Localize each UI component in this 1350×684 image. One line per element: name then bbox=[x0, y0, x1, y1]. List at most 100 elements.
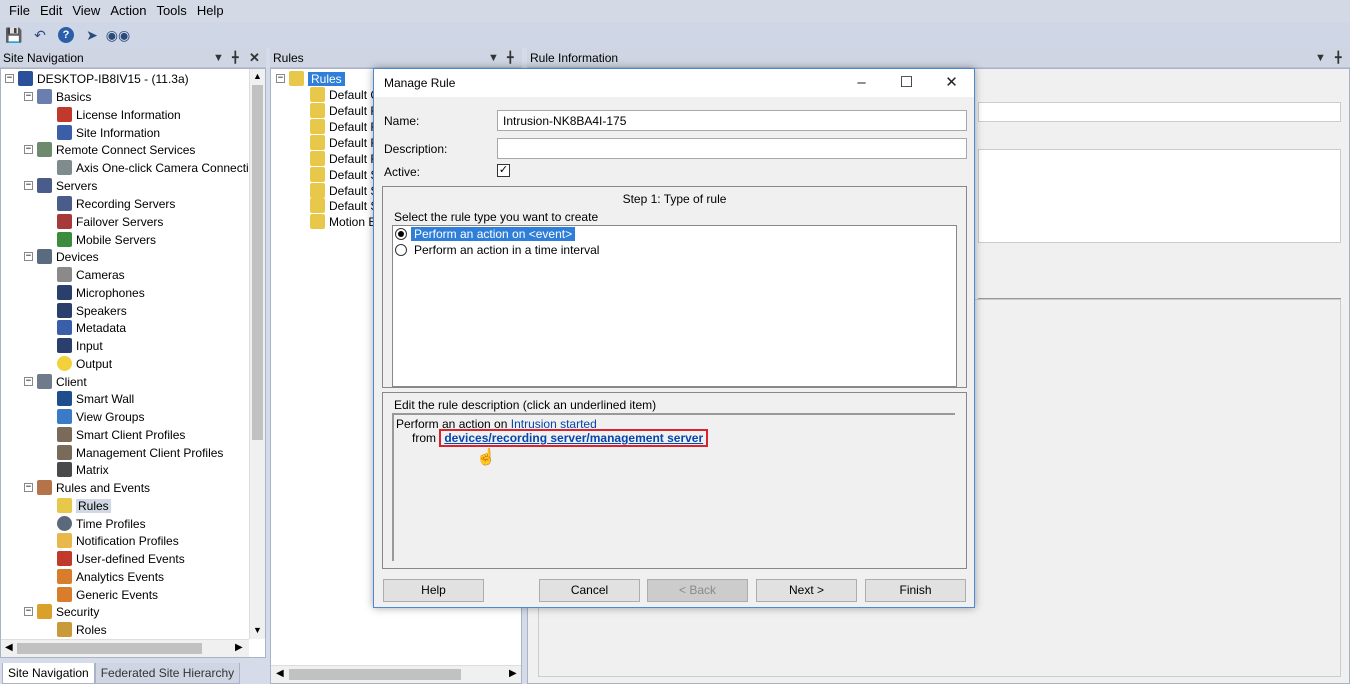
maximize-button[interactable]: ☐ bbox=[884, 69, 929, 97]
name-input[interactable] bbox=[497, 110, 967, 131]
undo-icon[interactable]: ↶ bbox=[30, 25, 50, 45]
tree-item-recording-servers[interactable]: Recording Servers bbox=[57, 195, 175, 212]
save-icon[interactable]: 💾 bbox=[4, 25, 24, 45]
finish-button[interactable]: Finish bbox=[865, 579, 966, 602]
rule-item[interactable]: Default F bbox=[310, 102, 378, 119]
pin-icon[interactable]: ╋ bbox=[507, 48, 514, 68]
tree-item-matrix[interactable]: Matrix bbox=[57, 461, 109, 478]
description-input[interactable] bbox=[497, 138, 967, 159]
minimize-button[interactable]: – bbox=[839, 69, 884, 97]
scroll-left-icon[interactable]: ◀ bbox=[276, 668, 284, 679]
tree-item-time-profiles[interactable]: Time Profiles bbox=[57, 515, 146, 532]
menu-help[interactable]: Help bbox=[192, 0, 229, 22]
tree-root-server[interactable]: − DESKTOP-IB8IV15 - (11.3a) bbox=[5, 70, 189, 87]
tree-item-failover-servers[interactable]: Failover Servers bbox=[57, 213, 163, 230]
collapse-icon[interactable]: − bbox=[24, 145, 33, 154]
pin-icon[interactable]: ╋ bbox=[232, 48, 239, 68]
vertical-scrollbar[interactable]: ▲ ▼ bbox=[249, 69, 265, 639]
rule-item[interactable]: Default S bbox=[310, 166, 378, 183]
horizontal-scrollbar[interactable]: ◀ ▶ bbox=[1, 639, 249, 657]
tree-item-roles[interactable]: Roles bbox=[57, 621, 107, 638]
tree-group-remote-connect[interactable]: − Remote Connect Services bbox=[24, 141, 195, 158]
tree-item-rules[interactable]: Rules bbox=[57, 497, 111, 514]
tree-item-metadata[interactable]: Metadata bbox=[57, 319, 126, 336]
tree-group-devices[interactable]: − Devices bbox=[24, 248, 99, 265]
rule-item[interactable]: Default R bbox=[310, 134, 379, 151]
dropdown-icon[interactable]: ▼ bbox=[488, 48, 499, 68]
tree-item-microphones[interactable]: Microphones bbox=[57, 284, 145, 301]
tree-item-smart-wall[interactable]: Smart Wall bbox=[57, 390, 134, 407]
menu-edit[interactable]: Edit bbox=[35, 0, 67, 22]
menu-file[interactable]: File bbox=[4, 0, 35, 22]
tree-item-notification-profiles[interactable]: Notification Profiles bbox=[57, 532, 179, 549]
tree-group-rules-and-events[interactable]: − Rules and Events bbox=[24, 479, 150, 496]
cancel-button[interactable]: Cancel bbox=[539, 579, 640, 602]
event-icon bbox=[57, 587, 72, 602]
rule-icon bbox=[310, 87, 325, 102]
rule-icon bbox=[310, 135, 325, 150]
menu-view[interactable]: View bbox=[67, 0, 105, 22]
scroll-right-icon[interactable]: ▶ bbox=[235, 642, 243, 653]
sync-icon[interactable]: ➤ bbox=[82, 25, 102, 45]
tree-item-smart-client-profiles[interactable]: Smart Client Profiles bbox=[57, 426, 185, 443]
rule-item[interactable]: Default R bbox=[310, 150, 379, 167]
close-button[interactable]: ✕ bbox=[929, 69, 974, 97]
collapse-icon[interactable]: − bbox=[24, 181, 33, 190]
rule-item[interactable]: Default S bbox=[310, 197, 378, 214]
menu-tools[interactable]: Tools bbox=[151, 0, 191, 22]
menu-action[interactable]: Action bbox=[105, 0, 151, 22]
tab-federated-site-hierarchy[interactable]: Federated Site Hierarchy bbox=[94, 663, 241, 684]
collapse-icon[interactable]: − bbox=[24, 377, 33, 386]
help-button[interactable]: Help bbox=[383, 579, 484, 602]
collapse-icon[interactable]: − bbox=[24, 483, 33, 492]
tree-item-site-information[interactable]: Site Information bbox=[57, 124, 160, 141]
tree-item-license-information[interactable]: License Information bbox=[57, 106, 181, 123]
tree-item-label: Axis One-click Camera Connectio bbox=[76, 160, 256, 175]
tree-group-security[interactable]: − Security bbox=[24, 603, 99, 620]
rule-item[interactable]: Motion E bbox=[310, 213, 376, 230]
tab-site-navigation[interactable]: Site Navigation bbox=[2, 663, 95, 684]
tree-group-servers[interactable]: − Servers bbox=[24, 177, 97, 194]
dropdown-icon[interactable]: ▼ bbox=[1315, 48, 1326, 68]
help-icon[interactable]: ? bbox=[56, 25, 76, 45]
rules-tree-root[interactable]: − Rules bbox=[276, 70, 345, 87]
rule-item[interactable]: Default G bbox=[310, 86, 380, 103]
collapse-icon[interactable]: − bbox=[5, 74, 14, 83]
scrollbar-thumb[interactable] bbox=[252, 85, 263, 440]
next-button[interactable]: Next > bbox=[756, 579, 857, 602]
scrollbar-thumb[interactable] bbox=[289, 669, 461, 680]
active-checkbox[interactable]: ✓ bbox=[497, 164, 510, 177]
tree-item-input[interactable]: Input bbox=[57, 337, 103, 354]
tree-item-analytics-events[interactable]: Analytics Events bbox=[57, 568, 164, 585]
radio-event-action[interactable]: Perform an action on <event> bbox=[395, 227, 576, 241]
dropdown-icon[interactable]: ▼ bbox=[213, 48, 224, 68]
close-icon[interactable]: ✕ bbox=[249, 48, 260, 68]
tree-item-view-groups[interactable]: View Groups bbox=[57, 408, 144, 425]
rule-item[interactable]: Default R bbox=[310, 118, 379, 135]
pin-icon[interactable]: ╋ bbox=[1335, 48, 1342, 68]
devices-recording-server-link[interactable]: devices/recording server/management serv… bbox=[444, 431, 703, 445]
tree-item-mobile-servers[interactable]: Mobile Servers bbox=[57, 231, 156, 248]
collapse-icon[interactable]: − bbox=[24, 607, 33, 616]
radio-time-interval-action[interactable]: Perform an action in a time interval bbox=[395, 243, 602, 257]
scroll-right-icon[interactable]: ▶ bbox=[509, 668, 517, 679]
scroll-up-icon[interactable]: ▲ bbox=[253, 71, 262, 81]
tree-item-cameras[interactable]: Cameras bbox=[57, 266, 125, 283]
scroll-left-icon[interactable]: ◀ bbox=[5, 642, 13, 653]
tree-group-client[interactable]: − Client bbox=[24, 373, 87, 390]
tree-group-basics[interactable]: − Basics bbox=[24, 88, 91, 105]
tree-item-user-defined-events[interactable]: User-defined Events bbox=[57, 550, 185, 567]
back-button[interactable]: < Back bbox=[647, 579, 748, 602]
scroll-down-icon[interactable]: ▼ bbox=[253, 625, 262, 635]
binoculars-icon[interactable]: ◉◉ bbox=[106, 25, 130, 45]
collapse-icon[interactable]: − bbox=[24, 92, 33, 101]
tree-item-output[interactable]: Output bbox=[57, 355, 112, 372]
collapse-icon[interactable]: − bbox=[24, 252, 33, 261]
horizontal-scrollbar[interactable]: ◀ ▶ bbox=[271, 665, 521, 683]
collapse-icon[interactable]: − bbox=[276, 74, 285, 83]
tree-item-axis-one-click[interactable]: Axis One-click Camera Connectio bbox=[57, 159, 255, 176]
tree-item-generic-events[interactable]: Generic Events bbox=[57, 586, 158, 603]
scrollbar-thumb[interactable] bbox=[17, 643, 202, 654]
tree-item-management-client-profiles[interactable]: Management Client Profiles bbox=[57, 444, 223, 461]
tree-item-speakers[interactable]: Speakers bbox=[57, 302, 127, 319]
